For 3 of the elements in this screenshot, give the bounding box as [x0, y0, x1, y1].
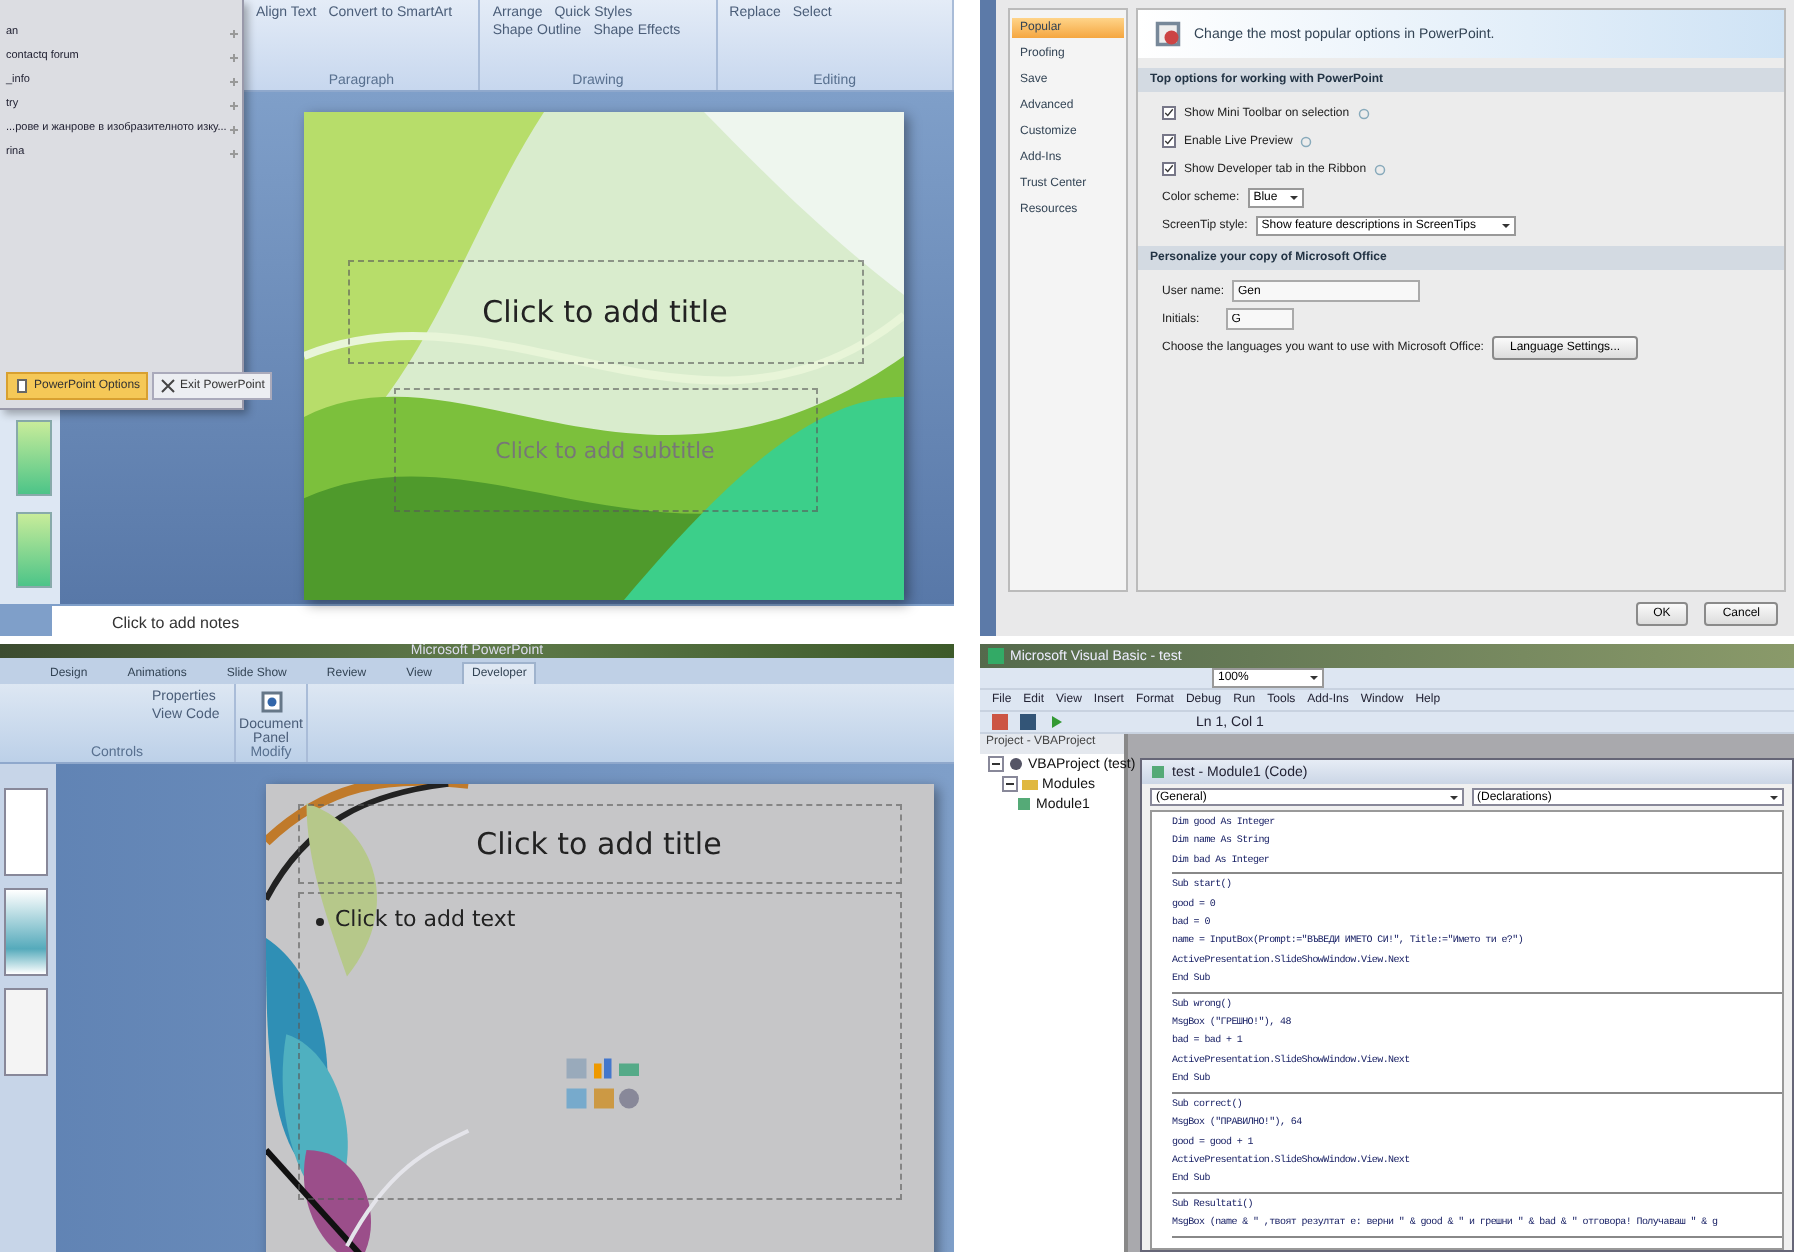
notes-placeholder[interactable]: Click to add notes [52, 604, 954, 636]
title-placeholder[interactable]: Click to add title [297, 804, 901, 884]
title-placeholder[interactable]: Click to add title [347, 260, 863, 364]
